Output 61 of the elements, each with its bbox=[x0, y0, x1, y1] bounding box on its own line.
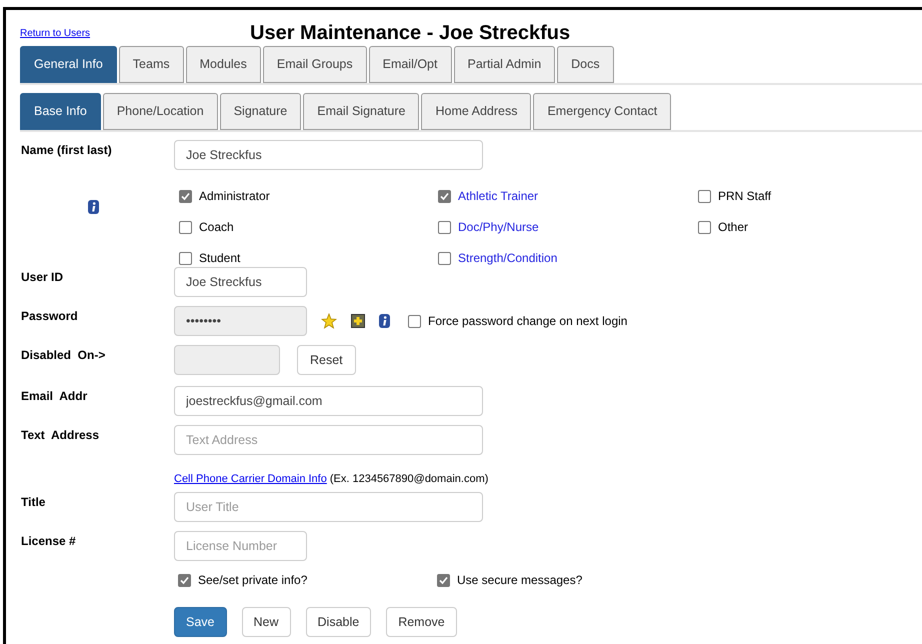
role-label: Student bbox=[199, 250, 240, 267]
tab[interactable]: Base Info bbox=[20, 93, 101, 130]
tab[interactable]: Teams bbox=[118, 46, 184, 83]
tab[interactable]: Signature bbox=[220, 93, 302, 130]
page-title: User Maintenance - Joe Streckfus bbox=[250, 21, 570, 46]
field-label: Title bbox=[21, 494, 46, 511]
checkbox[interactable] bbox=[438, 220, 451, 234]
text-address-field[interactable]: Text Address bbox=[174, 425, 483, 455]
checkbox-label: See/set private info? bbox=[198, 572, 308, 589]
license-field[interactable]: License Number bbox=[174, 531, 307, 561]
form-button[interactable]: New bbox=[242, 607, 291, 637]
name-field[interactable]: Joe Streckfus bbox=[174, 140, 483, 170]
tab[interactable]: Email Groups bbox=[262, 46, 367, 83]
tab[interactable]: Home Address bbox=[421, 93, 532, 130]
return-link[interactable]: Return to Users bbox=[20, 26, 250, 40]
user-id-field[interactable]: Joe Streckfus bbox=[174, 267, 307, 297]
checkbox[interactable] bbox=[179, 190, 192, 202]
field-label: Text Address bbox=[21, 427, 100, 444]
form-button[interactable]: Remove bbox=[386, 607, 457, 637]
tab[interactable]: Modules bbox=[186, 46, 261, 83]
tab[interactable]: Docs bbox=[557, 46, 614, 83]
role-label: Administrator bbox=[199, 188, 270, 205]
tab[interactable]: Email Signature bbox=[303, 93, 420, 130]
plus-icon[interactable] bbox=[351, 314, 365, 328]
checkbox[interactable] bbox=[178, 574, 191, 586]
save-button[interactable]: Save bbox=[174, 607, 226, 637]
checkbox[interactable] bbox=[179, 252, 192, 264]
checkbox-label: Force password change on next login bbox=[428, 313, 628, 330]
role-label: Other bbox=[718, 219, 748, 236]
email-field[interactable]: joestreckfus@gmail.com bbox=[174, 386, 483, 416]
role-link[interactable]: Athletic Trainer bbox=[458, 187, 538, 205]
checkbox[interactable] bbox=[698, 190, 711, 202]
tab[interactable]: Emergency Contact bbox=[533, 93, 672, 130]
field-label: Name (first last) bbox=[21, 142, 113, 159]
checkbox[interactable] bbox=[698, 220, 711, 234]
field-label: Password bbox=[21, 308, 79, 325]
info-icon[interactable] bbox=[379, 314, 390, 328]
title-field[interactable]: User Title bbox=[174, 492, 483, 522]
checkbox[interactable] bbox=[438, 252, 451, 264]
role-label: PRN Staff bbox=[718, 188, 772, 205]
example-text: (Ex. 1234567890@domain.com) bbox=[330, 472, 488, 487]
tab[interactable]: Phone/Location bbox=[102, 93, 218, 130]
form-button[interactable]: Disable bbox=[306, 607, 372, 637]
checkbox-label: Use secure messages? bbox=[457, 572, 582, 589]
checkbox[interactable] bbox=[438, 190, 451, 202]
field-label: License # bbox=[21, 533, 77, 550]
checkbox[interactable] bbox=[179, 220, 192, 234]
tab[interactable]: Email/Opt bbox=[368, 46, 452, 83]
field-label: Disabled On-> bbox=[21, 347, 106, 364]
role-link[interactable]: Strength/Condition bbox=[458, 249, 558, 267]
field-label: Email Addr bbox=[21, 388, 88, 405]
role-link[interactable]: Doc/Phy/Nurse bbox=[458, 218, 539, 236]
checkbox[interactable] bbox=[437, 574, 450, 586]
carrier-info-link[interactable]: Cell Phone Carrier Domain Info bbox=[174, 471, 327, 488]
star-icon[interactable] bbox=[321, 313, 337, 329]
info-icon[interactable] bbox=[88, 200, 99, 214]
checkbox[interactable] bbox=[408, 314, 421, 328]
tab[interactable]: Partial Admin bbox=[454, 46, 556, 83]
field-label: User ID bbox=[21, 269, 64, 286]
role-label: Coach bbox=[199, 219, 234, 236]
tab[interactable]: General Info bbox=[20, 46, 117, 83]
